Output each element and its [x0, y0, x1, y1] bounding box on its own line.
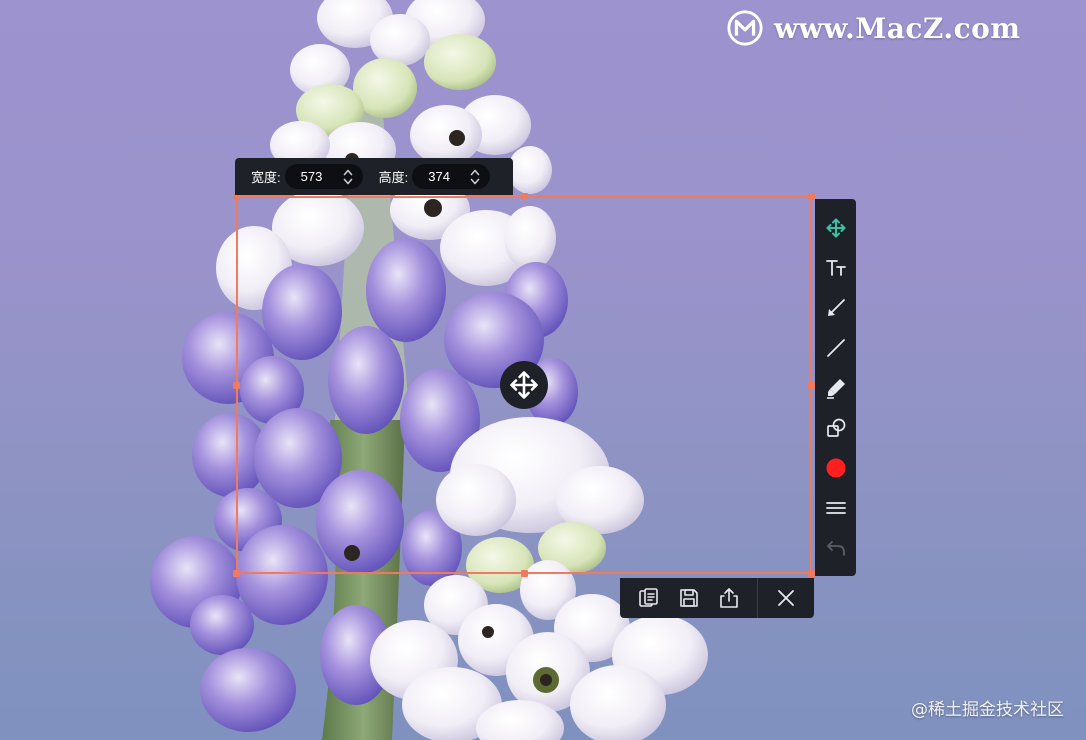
copy-icon [639, 588, 658, 607]
save-icon [680, 589, 698, 607]
resize-handle-right[interactable] [808, 382, 815, 389]
shapes-icon [826, 418, 845, 437]
copy-button[interactable] [637, 586, 661, 610]
move-arrows-icon [510, 371, 538, 399]
toolbar-divider [757, 578, 758, 618]
close-icon [778, 590, 794, 606]
source-credit: @稀土掘金技术社区 [911, 700, 1064, 720]
marker-tool[interactable] [823, 375, 848, 400]
resize-handle-bottom-right[interactable] [808, 570, 815, 577]
resize-handle-top[interactable] [521, 193, 528, 200]
resize-handle-left[interactable] [233, 382, 240, 389]
line-tool[interactable] [823, 335, 848, 360]
width-label: 宽度: [251, 170, 281, 185]
resize-handle-bottom[interactable] [521, 570, 528, 577]
width-value[interactable]: 573 [301, 169, 331, 184]
lines-icon [825, 501, 846, 514]
width-field[interactable]: 573 [284, 164, 363, 189]
height-value[interactable]: 374 [428, 169, 458, 184]
text-tool[interactable] [823, 255, 848, 280]
action-bar [620, 578, 814, 618]
stroke-width[interactable] [823, 495, 848, 520]
line-icon [826, 338, 845, 357]
undo-icon [826, 540, 845, 556]
undo[interactable] [823, 535, 848, 560]
stepper-arrows-icon[interactable] [343, 168, 353, 186]
stepper-arrows-icon[interactable] [470, 168, 480, 186]
size-bar: 宽度: 573 高度: 374 [235, 158, 513, 195]
marker-icon [826, 378, 845, 399]
move-arrows-icon [826, 218, 845, 237]
color-picker[interactable] [823, 455, 848, 480]
save-button[interactable] [677, 586, 701, 610]
arrow-icon [827, 298, 845, 316]
macz-logo-icon [727, 10, 763, 46]
height-label: 高度: [378, 170, 409, 185]
resize-handle-bottom-left[interactable] [233, 570, 240, 577]
arrow-tool[interactable] [823, 295, 848, 320]
text-size-icon [825, 259, 846, 276]
annotation-toolbar [815, 199, 856, 576]
height-field[interactable]: 374 [412, 164, 491, 189]
watermark: www.MacZ.com [726, 8, 1020, 48]
move-cursor[interactable] [500, 361, 548, 409]
resize-handle-top-right[interactable] [808, 193, 815, 200]
move-tool[interactable] [823, 215, 848, 240]
close-button[interactable] [774, 586, 798, 610]
shape-tool[interactable] [823, 415, 848, 440]
color-dot-icon [826, 458, 845, 477]
watermark-text: www.MacZ.com [774, 11, 1021, 45]
share-icon [720, 588, 738, 608]
share-button[interactable] [717, 586, 741, 610]
